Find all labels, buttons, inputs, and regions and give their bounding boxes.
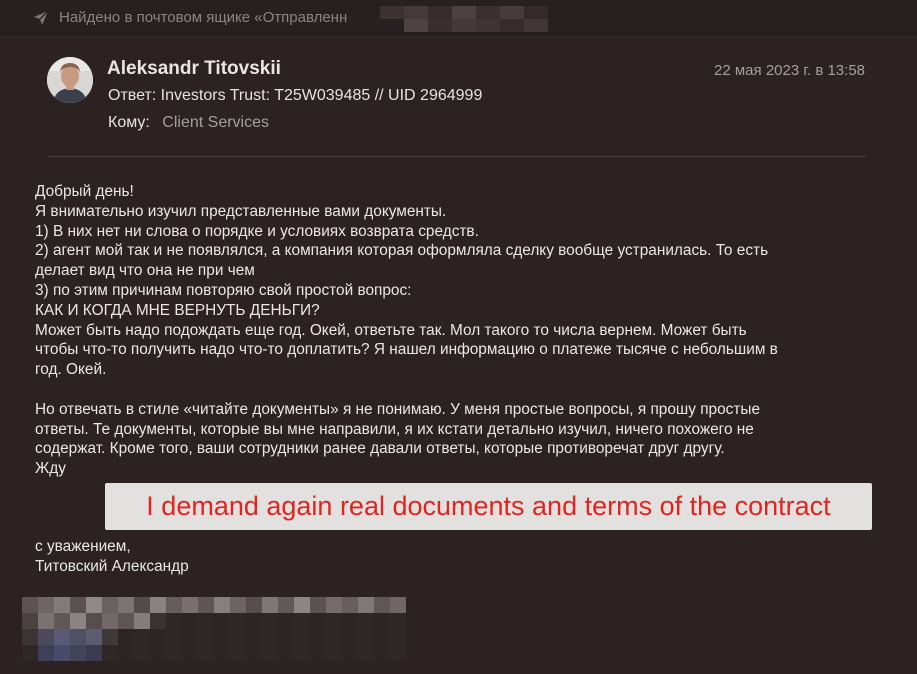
body-line: содержат. Кроме того, ваши сотрудники ра… [35,440,725,458]
signature-name: Титовский Александр [35,557,189,575]
body-line: год. Окей. [35,361,107,379]
mailbox-search-label: Найдено в почтовом ящике «Отправленн [59,9,348,26]
body-line: Жду [35,460,66,478]
closing-line: с уважением, [35,538,131,555]
body-line: делает вид что она не при чем [35,262,255,280]
message-date: 22 мая 2023 г. в 13:58 [714,62,865,79]
body-line: Может быть надо подождать еще год. Окей,… [35,321,747,339]
mail-window: Найдено в почтовом ящике «Отправленн Ale… [0,0,917,674]
body-line: 1) В них нет ни слова о порядке и услови… [35,222,479,240]
overlay-banner: I demand again real documents and terms … [105,483,872,530]
paper-plane-icon [34,10,49,25]
overlay-banner-text: I demand again real documents and terms … [146,491,831,521]
message-body: Добрый день! Я внимательно изучил предст… [35,182,895,479]
recipient-label: Кому: [108,114,150,131]
body-line: Добрый день! [35,183,134,200]
avatar[interactable] [47,57,93,103]
body-line: 3) по этим причинам повторяю свой просто… [35,281,412,299]
signature-block: с уважением, Титовский Александр [35,537,189,577]
header-divider [48,156,866,157]
body-line: чтобы что-то получить надо что-то доплат… [35,341,778,359]
search-result-bar: Найдено в почтовом ящике «Отправленн [0,0,917,37]
body-line: 2) агент мой так и не появлялся, а компа… [35,242,769,260]
recipient-row: Кому: Client Services [108,114,269,132]
redacted-contact-block [22,597,406,661]
sender-name: Aleksandr Titovskii [107,58,281,79]
recipient-value[interactable]: Client Services [162,114,269,131]
body-line: КАК И КОГДА МНЕ ВЕРНУТЬ ДЕНЬГИ? [35,301,320,319]
body-line: Я внимательно изучил представленные вами… [35,202,447,220]
body-line: ответы. Те документы, которые вы мне нап… [35,420,754,438]
redacted-header-block [380,6,548,32]
message-subject: Ответ: Investors Trust: T25W039485 // UI… [108,87,483,104]
body-line: Но отвечать в стиле «читайте документы» … [35,400,761,418]
body-blank-line [35,380,895,400]
